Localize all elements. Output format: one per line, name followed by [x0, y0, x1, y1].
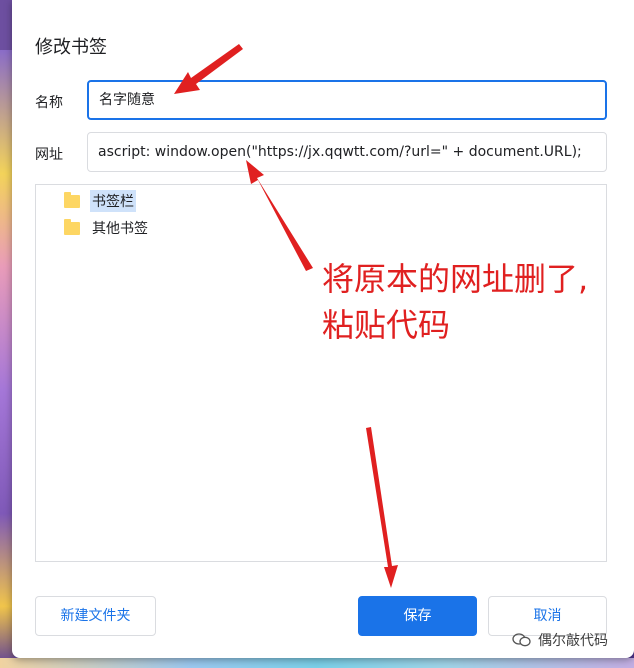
folder-item-other-bookmarks[interactable]: 其他书签: [64, 217, 150, 239]
watermark-text: 偶尔敲代码: [538, 633, 608, 649]
folder-label: 书签栏: [90, 190, 136, 212]
annotation-text: 将原本的网址删了, 粘贴代码: [322, 256, 622, 348]
name-input[interactable]: 名字随意: [87, 80, 607, 120]
url-label: 网址: [35, 147, 63, 163]
annotation-line-1: 将原本的网址删了,: [322, 260, 589, 298]
url-input[interactable]: ascript: window.open("https://jx.qqwtt.c…: [87, 132, 607, 172]
new-folder-button[interactable]: 新建文件夹: [35, 596, 156, 636]
watermark: 偶尔敲代码: [512, 630, 608, 650]
folder-icon: [64, 218, 80, 235]
dialog-title: 修改书签: [35, 37, 107, 58]
name-label: 名称: [35, 95, 63, 111]
folder-icon: [64, 191, 80, 208]
save-button[interactable]: 保存: [358, 596, 477, 636]
wechat-icon: [512, 633, 531, 647]
folder-label: 其他书签: [92, 221, 148, 237]
background-bottom-strip: [0, 658, 634, 668]
folder-item-bookmarks-bar[interactable]: 书签栏: [64, 190, 136, 212]
folder-tree[interactable]: 书签栏 其他书签: [35, 184, 607, 562]
annotation-line-2: 粘贴代码: [322, 306, 451, 344]
